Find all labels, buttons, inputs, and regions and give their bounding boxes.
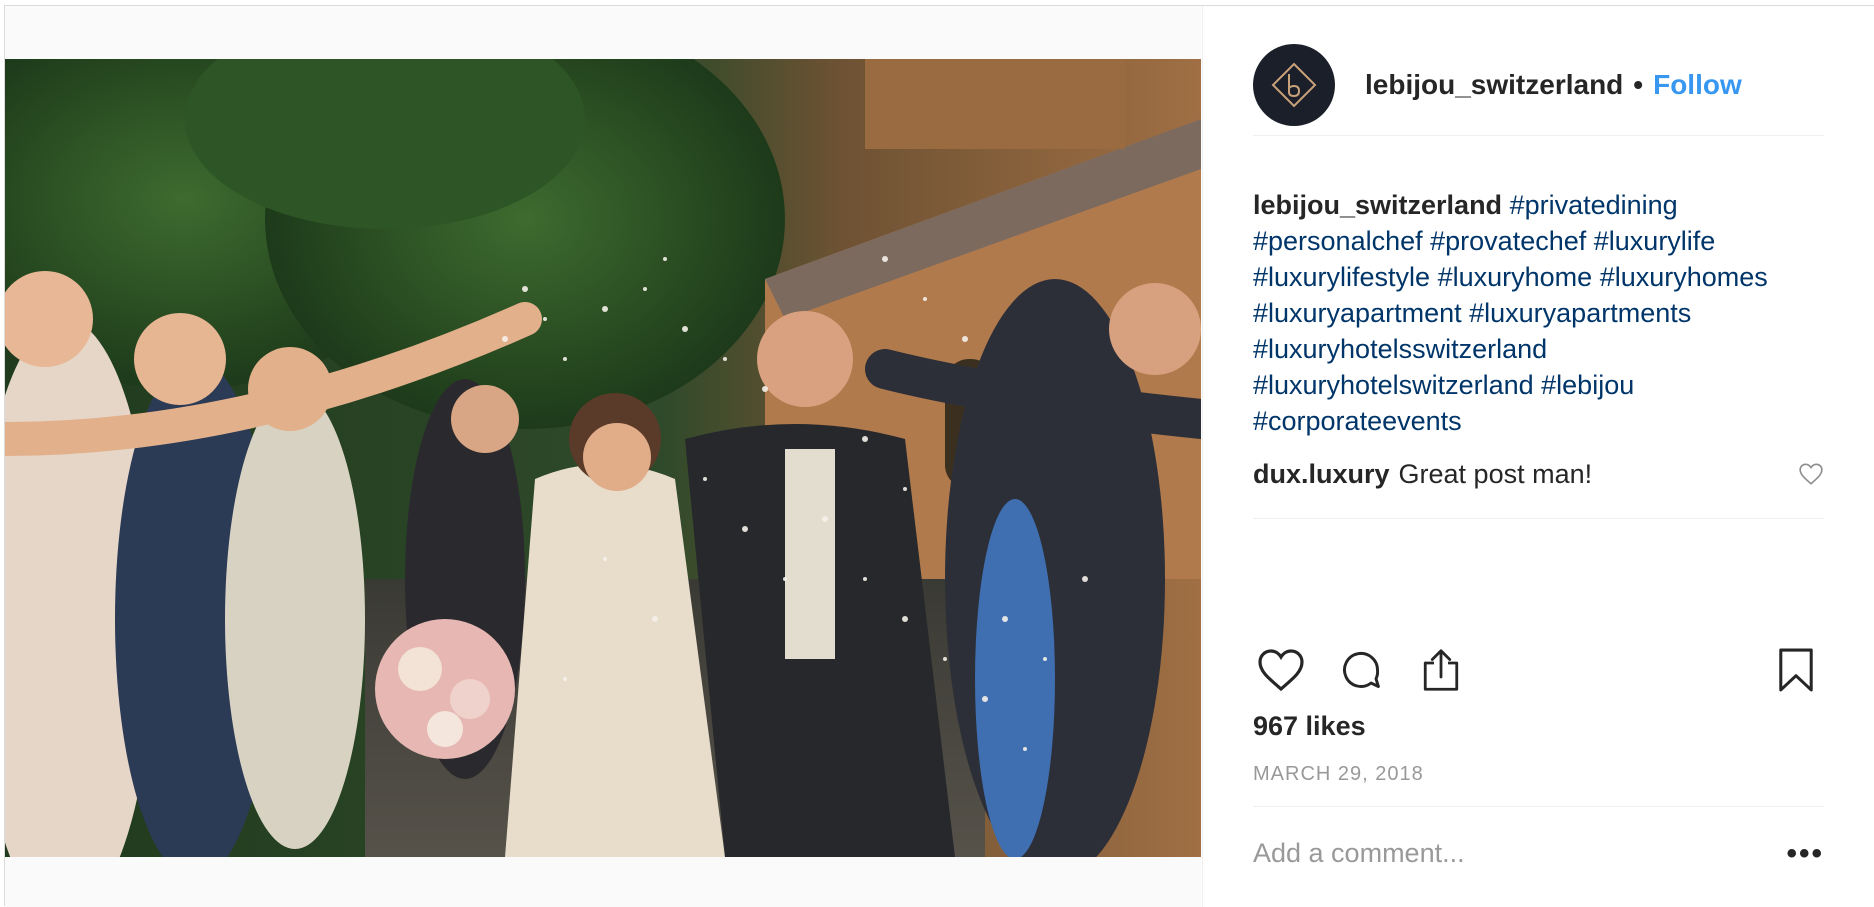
more-options-button[interactable]: ••• bbox=[1786, 838, 1824, 868]
heart-icon bbox=[1258, 649, 1304, 692]
like-button[interactable] bbox=[1253, 642, 1309, 698]
post-date[interactable]: MARCH 29, 2018 bbox=[1253, 763, 1424, 786]
hashtag-link[interactable]: #luxuryhotelsswitzerland bbox=[1253, 334, 1547, 364]
avatar[interactable] bbox=[1253, 44, 1335, 126]
save-button[interactable] bbox=[1768, 642, 1824, 698]
hashtag-link[interactable]: #luxurylife bbox=[1594, 226, 1716, 256]
brand-logo-icon bbox=[1271, 62, 1317, 108]
actions-divider bbox=[1253, 518, 1824, 519]
hashtag-link[interactable]: #privatedining bbox=[1510, 190, 1678, 220]
share-icon bbox=[1423, 649, 1459, 691]
hashtag-link[interactable]: #corporateevents bbox=[1253, 406, 1462, 436]
header-divider bbox=[1253, 135, 1824, 136]
comment-divider bbox=[1253, 806, 1824, 807]
media-panel bbox=[5, 6, 1201, 907]
hashtag-link[interactable]: #lebijou bbox=[1541, 370, 1634, 400]
hashtag-link[interactable]: #luxuryhotelswitzerland bbox=[1253, 370, 1534, 400]
comment-text: Great post man! bbox=[1398, 459, 1593, 489]
post-header: lebijou_switzerland • Follow bbox=[1253, 44, 1824, 126]
header-separator: • bbox=[1633, 69, 1644, 100]
comment-item: dux.luxury Great post man! bbox=[1253, 456, 1824, 492]
add-comment-bar: ••• bbox=[1253, 838, 1824, 869]
hashtag-link[interactable]: #luxuryhome bbox=[1438, 262, 1593, 292]
follow-button[interactable]: Follow bbox=[1653, 69, 1742, 101]
hashtag-link[interactable]: #luxurylifestyle bbox=[1253, 262, 1430, 292]
post-side-panel: lebijou_switzerland • Follow lebijou_swi… bbox=[1202, 6, 1874, 907]
comment-button[interactable] bbox=[1333, 642, 1389, 698]
wedding-photo bbox=[5, 59, 1201, 857]
action-bar bbox=[1253, 642, 1824, 698]
caption-username[interactable]: lebijou_switzerland bbox=[1253, 190, 1502, 220]
bookmark-icon bbox=[1779, 648, 1813, 692]
hashtag-link[interactable]: #luxuryapartment bbox=[1253, 298, 1462, 328]
header-username[interactable]: lebijou_switzerland bbox=[1365, 69, 1623, 101]
likes-count[interactable]: 967 likes bbox=[1253, 711, 1366, 742]
post-card: lebijou_switzerland • Follow lebijou_swi… bbox=[4, 5, 1874, 907]
add-comment-input[interactable] bbox=[1253, 838, 1787, 869]
post-image[interactable] bbox=[5, 59, 1201, 857]
comment-username[interactable]: dux.luxury bbox=[1253, 456, 1390, 492]
comment-bubble-icon bbox=[1343, 651, 1380, 688]
hashtag-link[interactable]: #luxuryhomes bbox=[1600, 262, 1768, 292]
caption: lebijou_switzerland #privatedining #pers… bbox=[1253, 187, 1833, 439]
hashtag-link[interactable]: #personalchef bbox=[1253, 226, 1423, 256]
hashtag-link[interactable]: #luxuryapartments bbox=[1469, 298, 1691, 328]
share-button[interactable] bbox=[1413, 642, 1469, 698]
hashtag-link[interactable]: #provatechef bbox=[1430, 226, 1586, 256]
caption-hashtags: #privatedining #personalchef #provateche… bbox=[1253, 190, 1768, 436]
small-heart-icon[interactable] bbox=[1798, 461, 1824, 487]
